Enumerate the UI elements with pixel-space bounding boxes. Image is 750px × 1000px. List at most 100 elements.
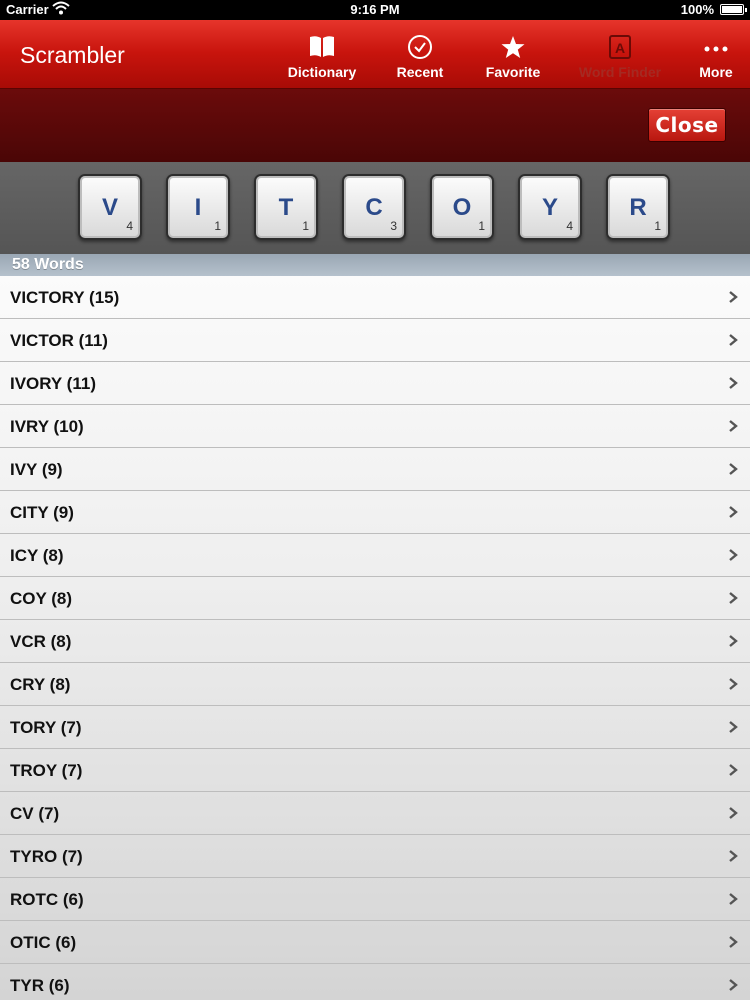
tile-letter: I: [194, 194, 202, 221]
word-row[interactable]: VCR (8): [0, 620, 750, 663]
word-row[interactable]: OTIC (6): [0, 921, 750, 964]
tile-points: 3: [390, 219, 397, 233]
word-row[interactable]: TYRO (7): [0, 835, 750, 878]
word-label: TROY (7): [10, 761, 83, 780]
book-icon: [274, 34, 370, 60]
tile-letter: R: [629, 194, 647, 221]
word-label: CRY (8): [10, 675, 71, 694]
chevron-right-icon: [729, 291, 738, 303]
word-label: TORY (7): [10, 718, 82, 737]
favorite-label: Favorite: [485, 64, 541, 80]
tile-points: 1: [654, 219, 661, 233]
tile-points: 1: [302, 219, 309, 233]
tile-points: 1: [214, 219, 221, 233]
letter-tile[interactable]: O 1: [430, 174, 494, 240]
check-circle-icon: [372, 34, 468, 60]
battery-icon: [720, 4, 747, 15]
navigation-bar: Scrambler Dictionary Recent Favorite A W…: [0, 20, 750, 89]
word-finder-label: Word Finder: [578, 64, 662, 80]
chevron-right-icon: [729, 334, 738, 346]
word-count: 58 Words: [12, 256, 84, 273]
word-label: TYR (6): [10, 976, 70, 995]
word-row[interactable]: IVRY (10): [0, 405, 750, 448]
recent-label: Recent: [396, 64, 444, 80]
tile-letter: Y: [541, 194, 558, 221]
tile-points: 1: [478, 219, 485, 233]
chevron-right-icon: [729, 807, 738, 819]
chevron-right-icon: [729, 721, 738, 733]
chevron-right-icon: [729, 893, 738, 905]
star-icon: [465, 34, 561, 60]
word-row[interactable]: VICTORY (15): [0, 276, 750, 319]
chevron-right-icon: [729, 549, 738, 561]
tile-letter: V: [101, 194, 118, 221]
ellipsis-icon: [668, 34, 750, 60]
recent-button[interactable]: Recent: [372, 34, 468, 80]
word-row[interactable]: ICY (8): [0, 534, 750, 577]
word-row[interactable]: ROTC (6): [0, 878, 750, 921]
app-title: Scrambler: [20, 42, 125, 68]
more-label: More: [699, 64, 733, 80]
battery-percent: 100%: [680, 2, 714, 17]
word-row[interactable]: IVORY (11): [0, 362, 750, 405]
close-bar: Close: [0, 89, 750, 162]
clock: 9:16 PM: [350, 2, 400, 17]
chevron-right-icon: [729, 506, 738, 518]
word-label: IVY (9): [10, 460, 63, 479]
word-label: VICTOR (11): [10, 331, 108, 350]
more-button[interactable]: More: [668, 34, 750, 80]
svg-text:A: A: [615, 40, 625, 56]
close-button[interactable]: Close: [648, 108, 726, 142]
chevron-right-icon: [729, 635, 738, 647]
dictionary-label: Dictionary: [287, 64, 357, 80]
word-list[interactable]: VICTORY (15) VICTOR (11) IVORY (11) IVRY…: [0, 276, 750, 1000]
letter-tile[interactable]: T 1: [254, 174, 318, 240]
tile-points: 4: [566, 219, 573, 233]
chevron-right-icon: [729, 678, 738, 690]
letter-a-icon: A: [572, 34, 668, 60]
word-label: ICY (8): [10, 546, 64, 565]
word-label: VICTORY (15): [10, 288, 120, 307]
word-row[interactable]: CRY (8): [0, 663, 750, 706]
word-label: IVORY (11): [10, 374, 96, 393]
letter-tile-strip: V 4 I 1 T 1 C 3 O 1 Y 4 R 1: [0, 162, 750, 254]
chevron-right-icon: [729, 850, 738, 862]
letter-tile[interactable]: R 1: [606, 174, 670, 240]
letter-tile[interactable]: I 1: [166, 174, 230, 240]
letter-tile[interactable]: C 3: [342, 174, 406, 240]
letter-tile[interactable]: Y 4: [518, 174, 582, 240]
chevron-right-icon: [729, 764, 738, 776]
word-row[interactable]: TORY (7): [0, 706, 750, 749]
word-row[interactable]: CITY (9): [0, 491, 750, 534]
chevron-right-icon: [729, 592, 738, 604]
word-row[interactable]: TROY (7): [0, 749, 750, 792]
chevron-right-icon: [729, 979, 738, 991]
word-label: IVRY (10): [10, 417, 84, 436]
word-row[interactable]: TYR (6): [0, 964, 750, 1000]
chevron-right-icon: [729, 420, 738, 432]
chevron-right-icon: [729, 377, 738, 389]
word-label: COY (8): [10, 589, 73, 608]
tile-letter: T: [278, 194, 294, 221]
word-label: CV (7): [10, 804, 60, 823]
section-header: 58 Words: [0, 254, 750, 276]
chevron-right-icon: [729, 936, 738, 948]
word-row[interactable]: VICTOR (11): [0, 319, 750, 362]
word-label: OTIC (6): [10, 933, 77, 952]
letter-tile[interactable]: V 4: [78, 174, 142, 240]
word-label: TYRO (7): [10, 847, 83, 866]
word-row[interactable]: IVY (9): [0, 448, 750, 491]
word-label: VCR (8): [10, 632, 72, 651]
word-row[interactable]: CV (7): [0, 792, 750, 835]
word-row[interactable]: COY (8): [0, 577, 750, 620]
word-label: CITY (9): [10, 503, 74, 522]
tile-letter: C: [365, 194, 383, 221]
word-finder-button[interactable]: A Word Finder: [572, 34, 668, 80]
word-label: ROTC (6): [10, 890, 84, 909]
favorite-button[interactable]: Favorite: [465, 34, 561, 80]
tile-points: 4: [126, 219, 133, 233]
dictionary-button[interactable]: Dictionary: [274, 34, 370, 80]
status-bar: Carrier 9:16 PM 100%: [0, 0, 750, 20]
tile-letter: O: [452, 194, 472, 221]
chevron-right-icon: [729, 463, 738, 475]
